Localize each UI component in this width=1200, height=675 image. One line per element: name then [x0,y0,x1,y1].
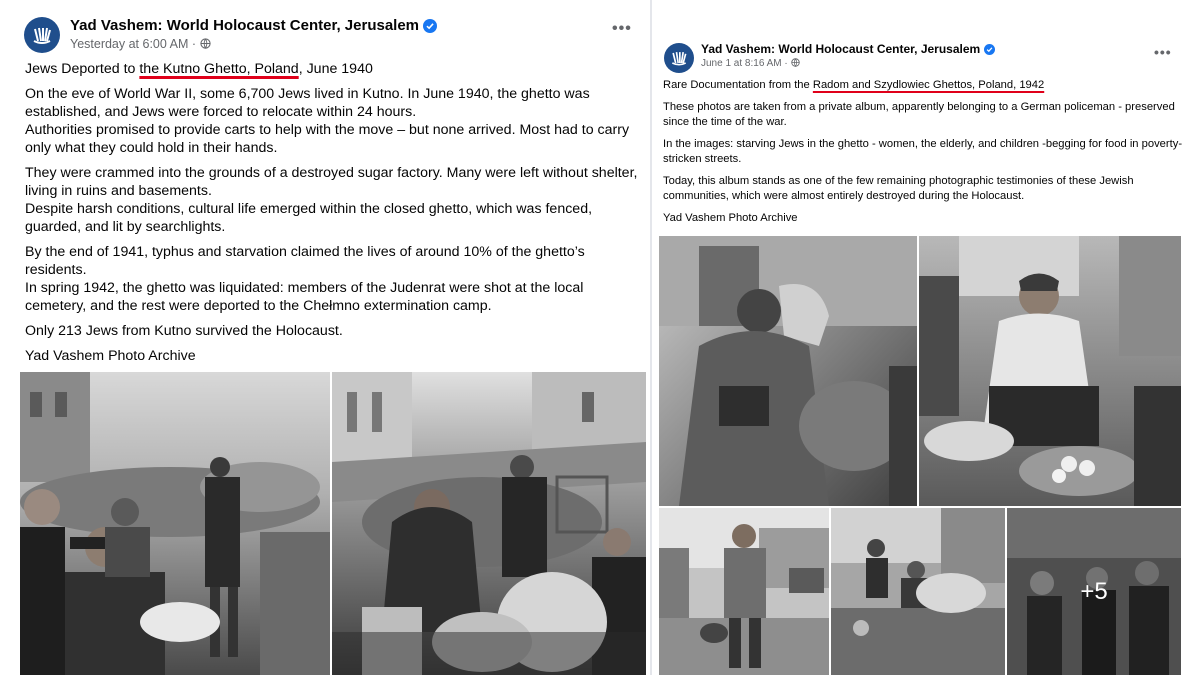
photo-image [20,372,330,675]
title-prefix: Jews Deported to [25,61,140,77]
page-avatar[interactable] [664,43,694,73]
page-name-link[interactable]: Yad Vashem: World Holocaust Center, Jeru… [70,17,438,34]
photo-image [659,236,917,506]
yad-vashem-logo-icon [671,52,687,66]
page-name-link[interactable]: Yad Vashem: World Holocaust Center, Jeru… [701,42,995,56]
meta-separator: · [191,37,200,51]
page-avatar[interactable] [24,17,60,53]
page-name-text: Yad Vashem: World Holocaust Center, Jeru… [70,17,420,34]
paragraph: They were crammed into the grounds of a … [25,165,638,199]
verified-badge-icon [983,44,995,56]
paragraph: By the end of 1941, typhus and starvatio… [25,244,585,278]
post-body: Jews Deported to the Kutno Ghetto, Polan… [25,60,645,372]
more-options-button[interactable]: ••• [612,20,632,38]
more-photos-overlay[interactable]: +5 [1007,508,1181,675]
title-highlight: the Kutno Ghetto, Poland [139,61,299,77]
photo-image [831,508,1005,675]
post-meta: June 1 at 8:16 AM · [701,58,800,69]
more-options-button[interactable]: ••• [1154,44,1172,60]
paragraph: In spring 1942, the ghetto was liquidate… [25,280,584,314]
photo-women-on-ground[interactable] [831,508,1005,675]
paragraph: Only 213 Jews from Kutno survived the Ho… [25,323,343,339]
paragraph: These photos are taken from a private al… [663,100,1175,129]
post-title: Rare Documentation from the Radom and Sz… [663,78,1183,94]
paragraph: Today, this album stands as one of the f… [663,174,1134,203]
more-photos-count: +5 [1080,577,1108,605]
post-meta: Yesterday at 6:00 AM · [70,37,211,51]
title-prefix: Rare Documentation from the [663,79,813,91]
photo-deportees-with-bundles[interactable] [20,372,330,675]
photo-cart-with-belongings[interactable] [332,372,646,675]
post-timestamp[interactable]: Yesterday at 6:00 AM [70,37,188,51]
column-divider [650,0,652,675]
paragraph: Authorities promised to provide carts to… [25,122,630,156]
photo-image [332,372,646,675]
facebook-post-kutno: Yad Vashem: World Holocaust Center, Jeru… [18,12,648,675]
page-name-text: Yad Vashem: World Holocaust Center, Jeru… [701,42,981,56]
photo-boy-in-street[interactable] [659,508,829,675]
globe-icon [199,38,211,49]
post-timestamp[interactable]: June 1 at 8:16 AM [701,58,782,69]
post-title: Jews Deported to the Kutno Ghetto, Polan… [25,60,645,78]
verified-badge-icon [423,19,438,34]
title-suffix: , June 1940 [298,61,373,77]
facebook-post-radom: Yad Vashem: World Holocaust Center, Jeru… [656,38,1186,675]
paragraph: In the images: starving Jews in the ghet… [663,137,1183,166]
paragraph: On the eve of World War II, some 6,700 J… [25,86,590,120]
photo-more-images[interactable]: +5 [1007,508,1181,675]
paragraph: Despite harsh conditions, cultural life … [25,201,593,235]
photo-credit: Yad Vashem Photo Archive [663,211,798,224]
photo-image [659,508,829,675]
photo-credit: Yad Vashem Photo Archive [25,348,196,364]
photo-image [919,236,1181,506]
globe-icon [790,58,800,67]
photo-woman-seated[interactable] [919,236,1181,506]
post-body: Rare Documentation from the Radom and Sz… [663,78,1183,232]
title-highlight: Radom and Szydlowiec Ghettos, Poland, 19… [812,79,1045,91]
photo-man-drinking[interactable] [659,236,917,506]
yad-vashem-logo-icon [33,27,51,44]
